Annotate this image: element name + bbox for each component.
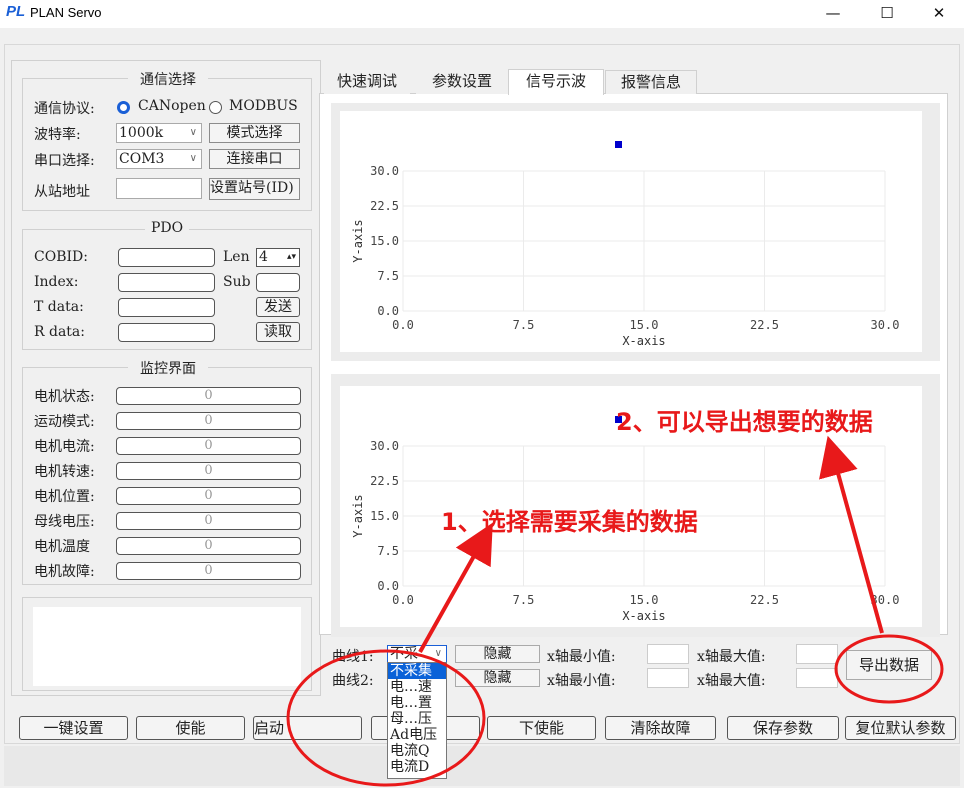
arrow-step1 — [418, 522, 493, 653]
arrow-step2 — [819, 435, 884, 634]
annotation-overlay — [286, 435, 944, 787]
annotation-step2: 2、可以导出想要的数据 — [616, 408, 873, 436]
annotation-step1: 1、选择需要采集的数据 — [441, 508, 698, 536]
highlight-ellipse-export — [834, 634, 944, 704]
highlight-ellipse-dropdown — [286, 649, 486, 787]
